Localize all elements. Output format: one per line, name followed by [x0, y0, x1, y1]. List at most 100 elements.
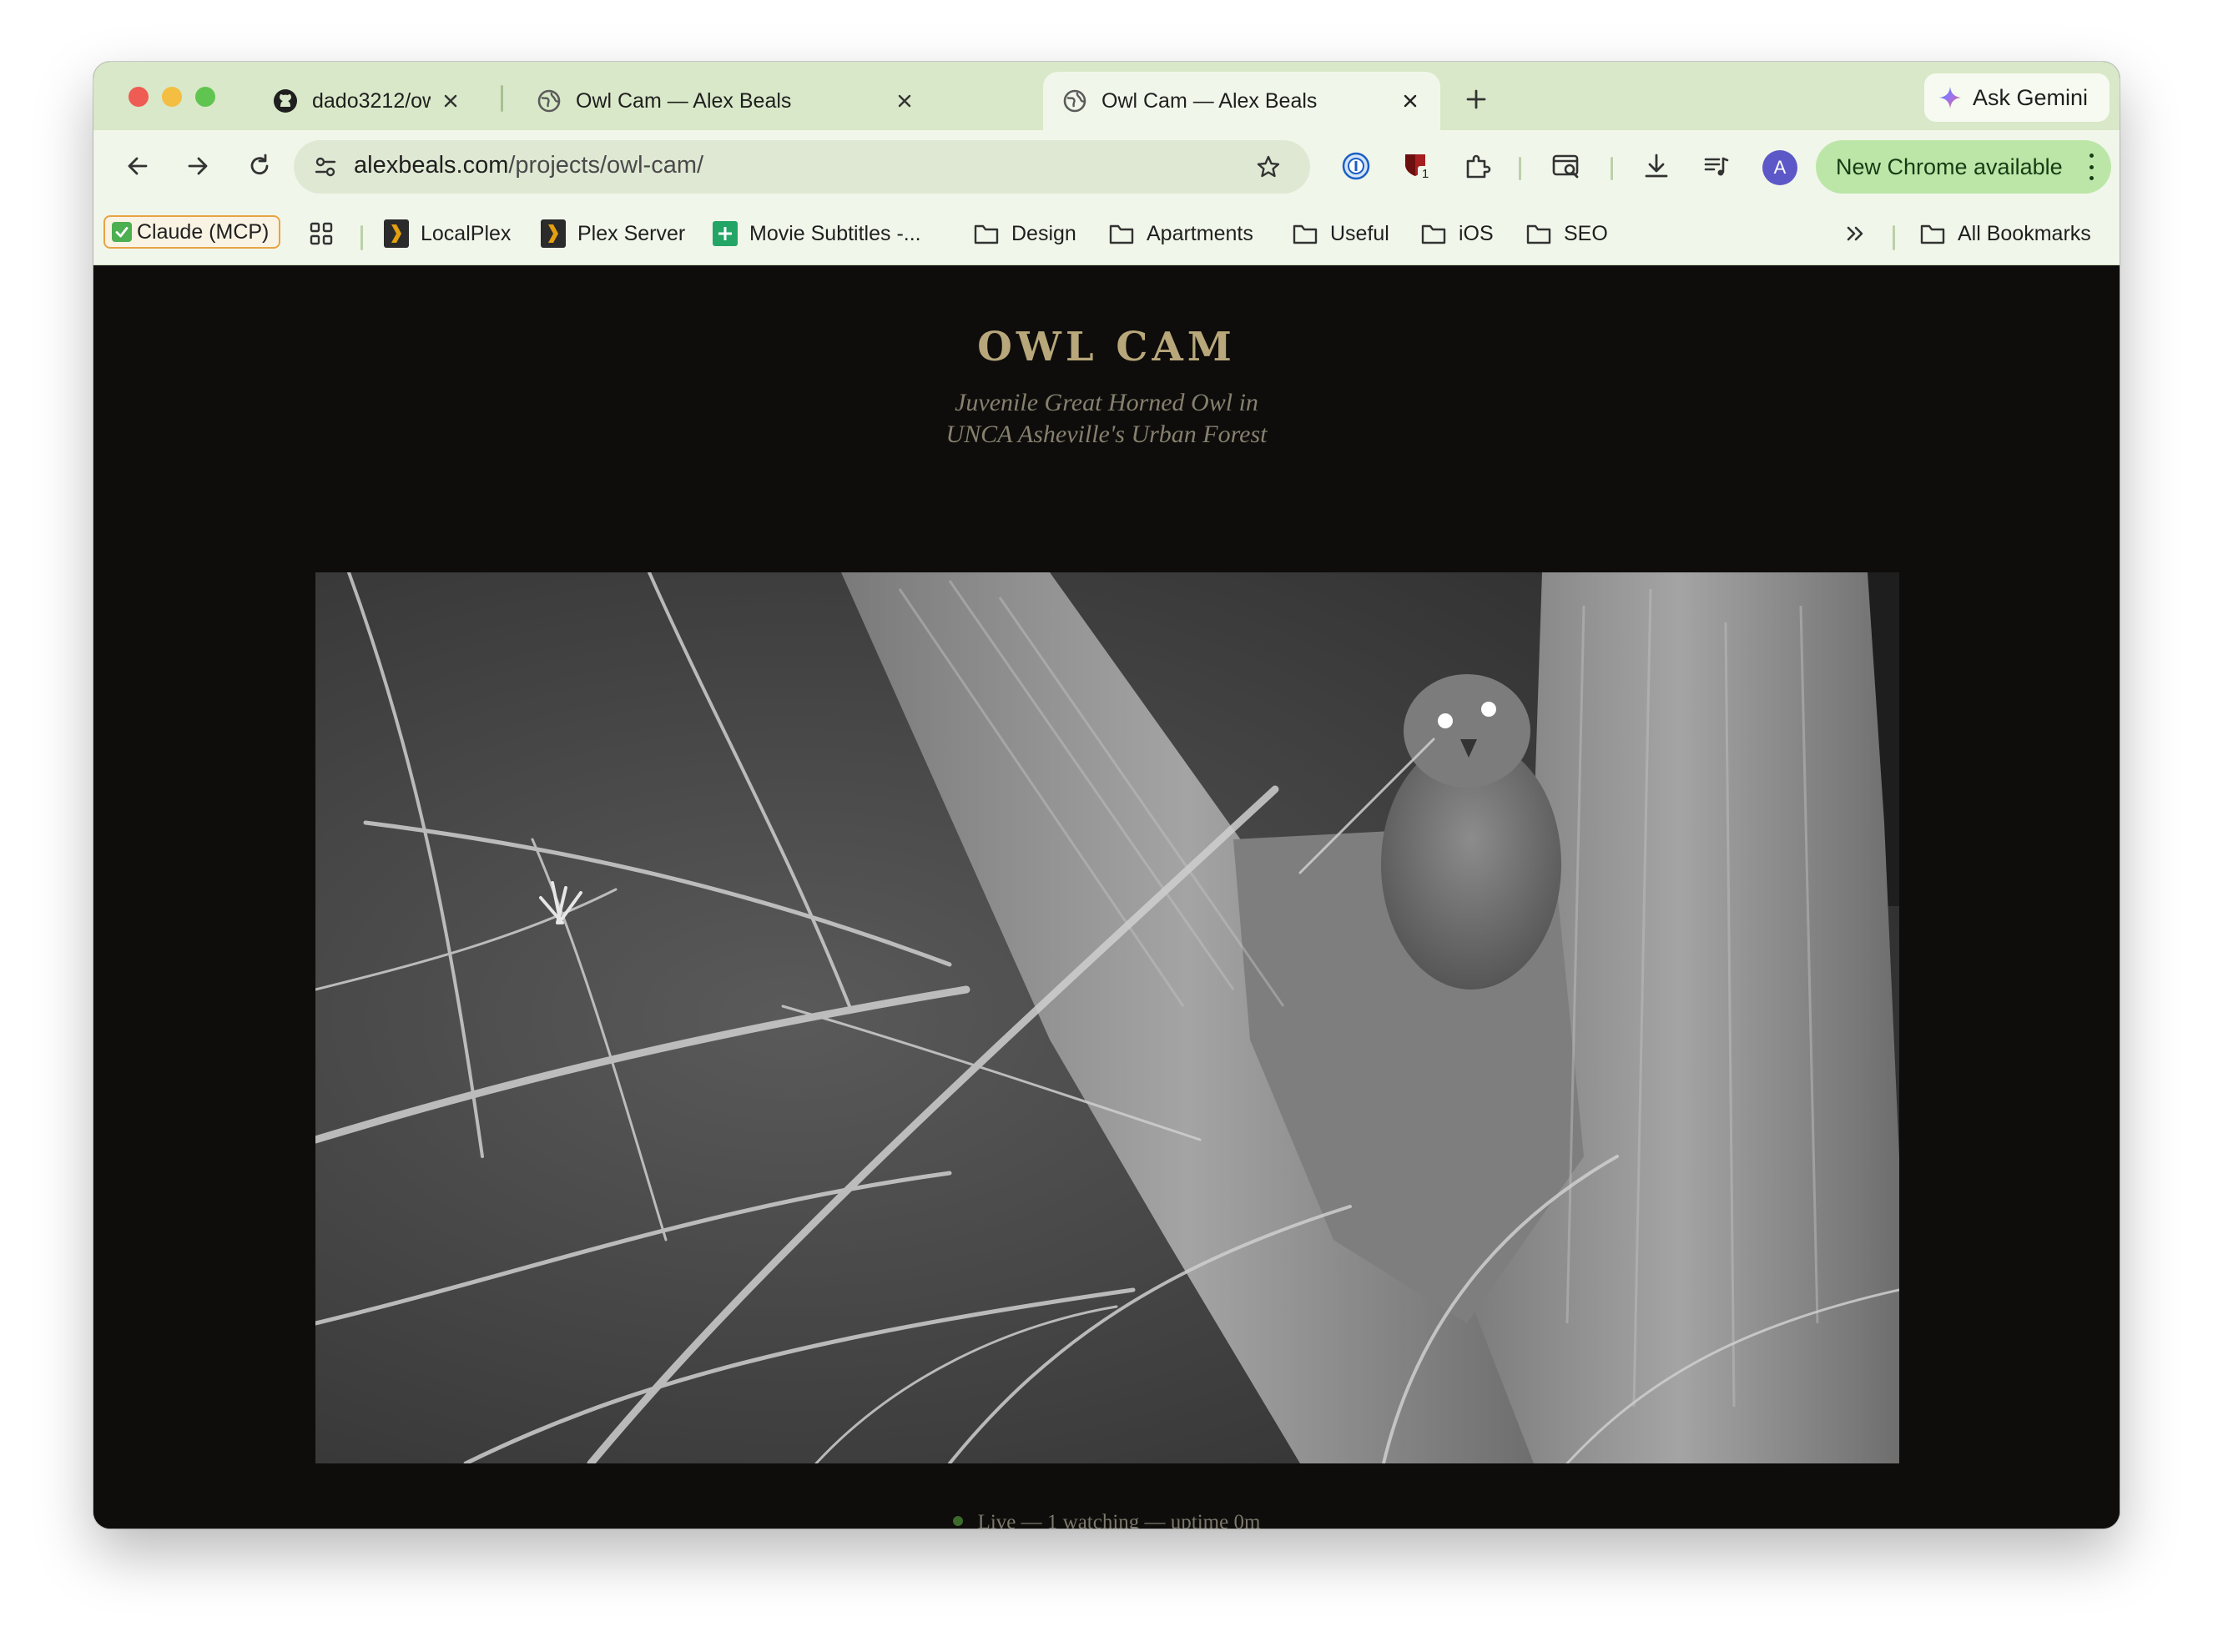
search-tab-button[interactable]	[1544, 144, 1589, 189]
close-window-button[interactable]	[129, 87, 149, 107]
url-host: alexbeals.com	[354, 152, 509, 179]
media-control-button[interactable]	[1694, 144, 1739, 189]
github-icon	[272, 88, 299, 114]
ask-gemini-button[interactable]: Ask Gemini	[1924, 73, 2110, 122]
bookmark-label: Movie Subtitles -...	[749, 221, 921, 245]
downloads-button[interactable]	[1634, 144, 1679, 189]
back-button[interactable]	[115, 144, 160, 189]
shield-extension[interactable]: 1	[1395, 144, 1440, 189]
tab-owl-cam[interactable]: Owl Cam — Alex Beals	[517, 72, 935, 130]
shield-badge: 1	[1422, 167, 1429, 181]
page-title: OWL CAM	[977, 324, 1236, 370]
update-label: New Chrome available	[1836, 154, 2063, 179]
apps-grid-button[interactable]	[309, 215, 334, 252]
tab-owl-cam-active[interactable]: Owl Cam — Alex Beals	[1043, 72, 1440, 130]
close-icon[interactable]	[893, 89, 916, 113]
download-icon	[1645, 154, 1668, 178]
bookmark-separator	[1893, 225, 1895, 250]
bookmark-label: Plex Server	[577, 221, 686, 245]
folder-icon	[974, 224, 999, 244]
page-content: OWL CAM Juvenile Great Horned Owl in UNC…	[93, 265, 2120, 1529]
arrow-right-icon	[188, 157, 208, 175]
folder-icon	[1109, 224, 1134, 244]
globe-icon	[536, 88, 562, 114]
live-indicator-dot	[952, 1516, 963, 1527]
toolbar: alexbeals.com/projects/owl-cam/ 1 A New …	[93, 130, 2120, 204]
kebab-menu-icon[interactable]	[2086, 154, 2096, 180]
stream-status: Live — 1 watching — uptime 0m	[93, 1511, 2120, 1529]
folder-icon	[1421, 224, 1446, 244]
password-manager-icon	[1342, 152, 1370, 180]
address-bar[interactable]: alexbeals.com/projects/owl-cam/	[294, 140, 1310, 194]
bookmark-folder-useful[interactable]: Useful	[1292, 215, 1389, 252]
folder-icon	[1293, 224, 1318, 244]
all-bookmarks-label: All Bookmarks	[1958, 221, 2091, 245]
ask-gemini-label: Ask Gemini	[1973, 84, 2089, 110]
tab-separator	[501, 85, 503, 112]
folder-icon	[1920, 224, 1945, 244]
bookmark-label: Apartments	[1147, 221, 1253, 245]
site-settings-icon[interactable]	[307, 149, 344, 185]
url-text: alexbeals.com/projects/owl-cam/	[354, 152, 703, 179]
browser-window: dado3212/owl-cam: A combin Owl Cam — Ale…	[93, 62, 2120, 1529]
bookmark-label: Design	[1011, 221, 1076, 245]
tab-title: Owl Cam — Alex Beals	[1101, 88, 1318, 113]
plex-icon	[541, 219, 566, 248]
tab-github[interactable]: dado3212/owl-cam: A combin	[254, 72, 481, 130]
checkmark-icon	[112, 222, 132, 242]
toolbar-divider	[1611, 157, 1613, 180]
zoom-window-button[interactable]	[195, 87, 215, 107]
profile-avatar[interactable]: A	[1762, 150, 1797, 185]
bookmark-plex-server[interactable]: Plex Server	[541, 215, 685, 252]
bookmark-label: iOS	[1459, 221, 1494, 245]
bookmark-folder-seo[interactable]: SEO	[1525, 215, 1608, 252]
shield-icon: 1	[1405, 154, 1433, 181]
bookmark-label: Claude (MCP)	[137, 219, 270, 244]
bookmark-claude-mcp[interactable]: Claude (MCP)	[103, 215, 281, 249]
subtitle-line-1: Juvenile Great Horned Owl in	[955, 389, 1258, 416]
new-tab-button[interactable]	[1459, 82, 1494, 117]
puzzle-icon	[1466, 154, 1491, 179]
arrow-left-icon	[128, 157, 148, 175]
bookmark-folder-ios[interactable]: iOS	[1420, 215, 1494, 252]
tab-strip: dado3212/owl-cam: A combin Owl Cam — Ale…	[93, 62, 2120, 130]
gemini-sparkle-icon	[1939, 87, 1961, 108]
bookmarks-overflow-button[interactable]	[1842, 215, 1868, 252]
folder-icon	[1526, 224, 1551, 244]
forward-button[interactable]	[175, 144, 220, 189]
apps-grid-icon	[310, 222, 333, 245]
bookmark-label: LocalPlex	[421, 221, 512, 245]
new-chrome-available-button[interactable]: New Chrome available	[1816, 140, 2111, 194]
status-text: Live — 1 watching — uptime 0m	[977, 1511, 1261, 1529]
close-icon[interactable]	[1399, 89, 1422, 113]
close-icon[interactable]	[439, 89, 462, 113]
bookmark-label: Useful	[1330, 221, 1389, 245]
live-camera-feed[interactable]	[315, 572, 1899, 1463]
bookmark-folder-design[interactable]: Design	[973, 215, 1076, 252]
tab-title: Owl Cam — Alex Beals	[576, 88, 792, 113]
reload-icon	[250, 154, 269, 175]
bookmark-separator	[360, 225, 363, 250]
media-queue-icon	[1704, 157, 1729, 176]
url-path: /projects/owl-cam/	[508, 152, 704, 179]
minimize-window-button[interactable]	[162, 87, 182, 107]
bookmarks-bar: Claude (MCP) LocalPlex Plex Server Movie…	[93, 204, 2120, 265]
globe-icon	[1061, 88, 1088, 114]
bookmark-localplex[interactable]: LocalPlex	[384, 215, 511, 252]
subtitle-line-2: UNCA Asheville's Urban Forest	[945, 421, 1268, 448]
plex-icon	[384, 219, 409, 248]
tab-title: dado3212/owl-cam: A combin	[312, 88, 431, 113]
bookmark-label: SEO	[1564, 221, 1608, 245]
plus-icon	[1466, 89, 1486, 109]
page-subtitle: Juvenile Great Horned Owl in UNCA Ashevi…	[93, 387, 2120, 451]
bookmark-movie-subtitles[interactable]: Movie Subtitles -...	[713, 215, 921, 252]
toolbar-divider	[1519, 157, 1521, 180]
bookmark-star-icon[interactable]	[1250, 149, 1287, 185]
bookmark-folder-apartments[interactable]: Apartments	[1108, 215, 1253, 252]
reload-button[interactable]	[237, 144, 282, 189]
all-bookmarks-button[interactable]: All Bookmarks	[1919, 215, 2091, 252]
password-manager-extension[interactable]	[1333, 144, 1379, 189]
extensions-button[interactable]	[1455, 144, 1500, 189]
chevron-double-right-icon	[1847, 226, 1863, 241]
sheets-icon	[713, 221, 738, 246]
